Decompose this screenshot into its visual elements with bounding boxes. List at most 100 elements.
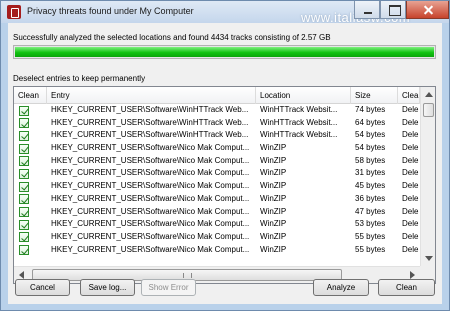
table-row[interactable]: HKEY_CURRENT_USER\Software\Nico Mak Comp… [14, 244, 420, 257]
row-location: WinHTTrack Websit... [260, 130, 338, 140]
row-action: Dele [402, 181, 419, 191]
row-size: 36 bytes [355, 193, 386, 203]
scroll-right-icon[interactable] [410, 271, 415, 279]
column-header-size[interactable]: Size [351, 87, 398, 104]
row-checkbox[interactable] [19, 245, 29, 256]
row-checkbox[interactable] [19, 219, 29, 230]
save-log-button[interactable]: Save log... [80, 279, 135, 296]
table-row[interactable]: HKEY_CURRENT_USER\Software\Nico Mak Comp… [14, 218, 420, 231]
row-action: Dele [402, 231, 419, 241]
row-checkbox[interactable] [19, 143, 29, 154]
tracks-list: Clean Entry Location Size Clea HKEY_CURR… [13, 86, 436, 284]
row-checkbox[interactable] [19, 168, 29, 179]
column-header-location[interactable]: Location [256, 87, 351, 104]
scroll-down-icon[interactable] [425, 256, 433, 261]
row-checkbox[interactable] [19, 130, 29, 141]
row-entry: HKEY_CURRENT_USER\Software\Nico Mak Comp… [51, 219, 250, 229]
column-header-entry[interactable]: Entry [47, 87, 256, 104]
row-size: 47 bytes [355, 206, 386, 216]
scroll-up-icon[interactable] [425, 92, 433, 97]
table-row[interactable]: HKEY_CURRENT_USER\Software\Nico Mak Comp… [14, 231, 420, 244]
clean-button[interactable]: Clean [378, 279, 435, 296]
row-entry: HKEY_CURRENT_USER\Software\Nico Mak Comp… [51, 231, 250, 241]
row-size: 55 bytes [355, 231, 386, 241]
row-size: 54 bytes [355, 130, 386, 140]
row-size: 53 bytes [355, 219, 386, 229]
row-location: WinZIP [260, 168, 287, 178]
list-rows: HKEY_CURRENT_USER\Software\WinHTTrack We… [14, 104, 420, 256]
row-checkbox[interactable] [19, 181, 29, 192]
show-error-button[interactable]: Show Error [141, 279, 196, 296]
row-action: Dele [402, 193, 419, 203]
row-entry: HKEY_CURRENT_USER\Software\Nico Mak Comp… [51, 168, 250, 178]
row-action: Dele [402, 244, 419, 254]
row-action: Dele [402, 219, 419, 229]
row-checkbox[interactable] [19, 194, 29, 205]
cancel-button[interactable]: Cancel [15, 279, 70, 296]
progress-fill [15, 47, 434, 57]
analysis-progress-bar [13, 45, 436, 59]
column-header-action[interactable]: Clea [398, 87, 420, 104]
table-row[interactable]: HKEY_CURRENT_USER\Software\Nico Mak Comp… [14, 167, 420, 180]
minimize-button[interactable] [354, 1, 380, 19]
vertical-scrollbar[interactable] [420, 87, 435, 266]
row-checkbox[interactable] [19, 105, 29, 116]
row-entry: HKEY_CURRENT_USER\Software\Nico Mak Comp… [51, 244, 250, 254]
row-location: WinZIP [260, 155, 287, 165]
row-action: Dele [402, 105, 419, 114]
dialog-body: Successfully analyzed the selected locat… [8, 23, 442, 304]
table-row[interactable]: HKEY_CURRENT_USER\Software\WinHTTrack We… [14, 104, 420, 117]
row-location: WinZIP [260, 143, 287, 153]
row-entry: HKEY_CURRENT_USER\Software\Nico Mak Comp… [51, 155, 250, 165]
table-row[interactable]: HKEY_CURRENT_USER\Software\Nico Mak Comp… [14, 142, 420, 155]
title-bar: Privacy threats found under My Computer … [1, 1, 449, 25]
cleaner-window: Privacy threats found under My Computer … [0, 0, 450, 311]
row-action: Dele [402, 168, 419, 178]
row-size: 54 bytes [355, 143, 386, 153]
row-entry: HKEY_CURRENT_USER\Software\Nico Mak Comp… [51, 143, 250, 153]
row-location: WinHTTrack Websit... [260, 117, 338, 127]
list-header: Clean Entry Location Size Clea [14, 87, 420, 104]
row-checkbox[interactable] [19, 232, 29, 243]
row-entry: HKEY_CURRENT_USER\Software\Nico Mak Comp… [51, 181, 250, 191]
vertical-scroll-thumb[interactable] [423, 103, 434, 117]
app-icon [7, 5, 21, 19]
row-location: WinZIP [260, 206, 287, 216]
row-entry: HKEY_CURRENT_USER\Software\WinHTTrack We… [51, 105, 249, 114]
row-entry: HKEY_CURRENT_USER\Software\WinHTTrack We… [51, 130, 249, 140]
table-row[interactable]: HKEY_CURRENT_USER\Software\Nico Mak Comp… [14, 193, 420, 206]
window-title: Privacy threats found under My Computer [27, 6, 194, 16]
row-action: Dele [402, 143, 419, 153]
row-entry: HKEY_CURRENT_USER\Software\Nico Mak Comp… [51, 193, 250, 203]
table-row[interactable]: HKEY_CURRENT_USER\Software\Nico Mak Comp… [14, 180, 420, 193]
row-location: WinZIP [260, 231, 287, 241]
table-row[interactable]: HKEY_CURRENT_USER\Software\WinHTTrack We… [14, 129, 420, 142]
row-size: 55 bytes [355, 244, 386, 254]
maximize-button[interactable] [380, 1, 406, 19]
row-location: WinZIP [260, 219, 287, 229]
row-entry: HKEY_CURRENT_USER\Software\Nico Mak Comp… [51, 206, 250, 216]
row-location: WinZIP [260, 193, 287, 203]
row-action: Dele [402, 155, 419, 165]
table-row[interactable]: HKEY_CURRENT_USER\Software\Nico Mak Comp… [14, 206, 420, 219]
row-checkbox[interactable] [19, 156, 29, 167]
analyze-button[interactable]: Analyze [313, 279, 369, 296]
close-button[interactable] [406, 1, 449, 19]
scroll-left-icon[interactable] [19, 271, 24, 279]
row-size: 58 bytes [355, 155, 386, 165]
column-header-clean[interactable]: Clean [14, 87, 47, 104]
table-row[interactable]: HKEY_CURRENT_USER\Software\Nico Mak Comp… [14, 155, 420, 168]
table-row[interactable]: HKEY_CURRENT_USER\Software\WinHTTrack We… [14, 117, 420, 130]
row-entry: HKEY_CURRENT_USER\Software\WinHTTrack We… [51, 117, 249, 127]
row-action: Dele [402, 117, 419, 127]
row-size: 45 bytes [355, 181, 386, 191]
row-checkbox[interactable] [19, 118, 29, 129]
row-location: WinZIP [260, 244, 287, 254]
row-size: 64 bytes [355, 117, 386, 127]
row-action: Dele [402, 130, 419, 140]
row-checkbox[interactable] [19, 207, 29, 217]
analysis-summary: Successfully analyzed the selected locat… [13, 33, 331, 42]
row-action: Dele [402, 206, 419, 216]
row-location: WinZIP [260, 181, 287, 191]
row-size: 31 bytes [355, 168, 386, 178]
